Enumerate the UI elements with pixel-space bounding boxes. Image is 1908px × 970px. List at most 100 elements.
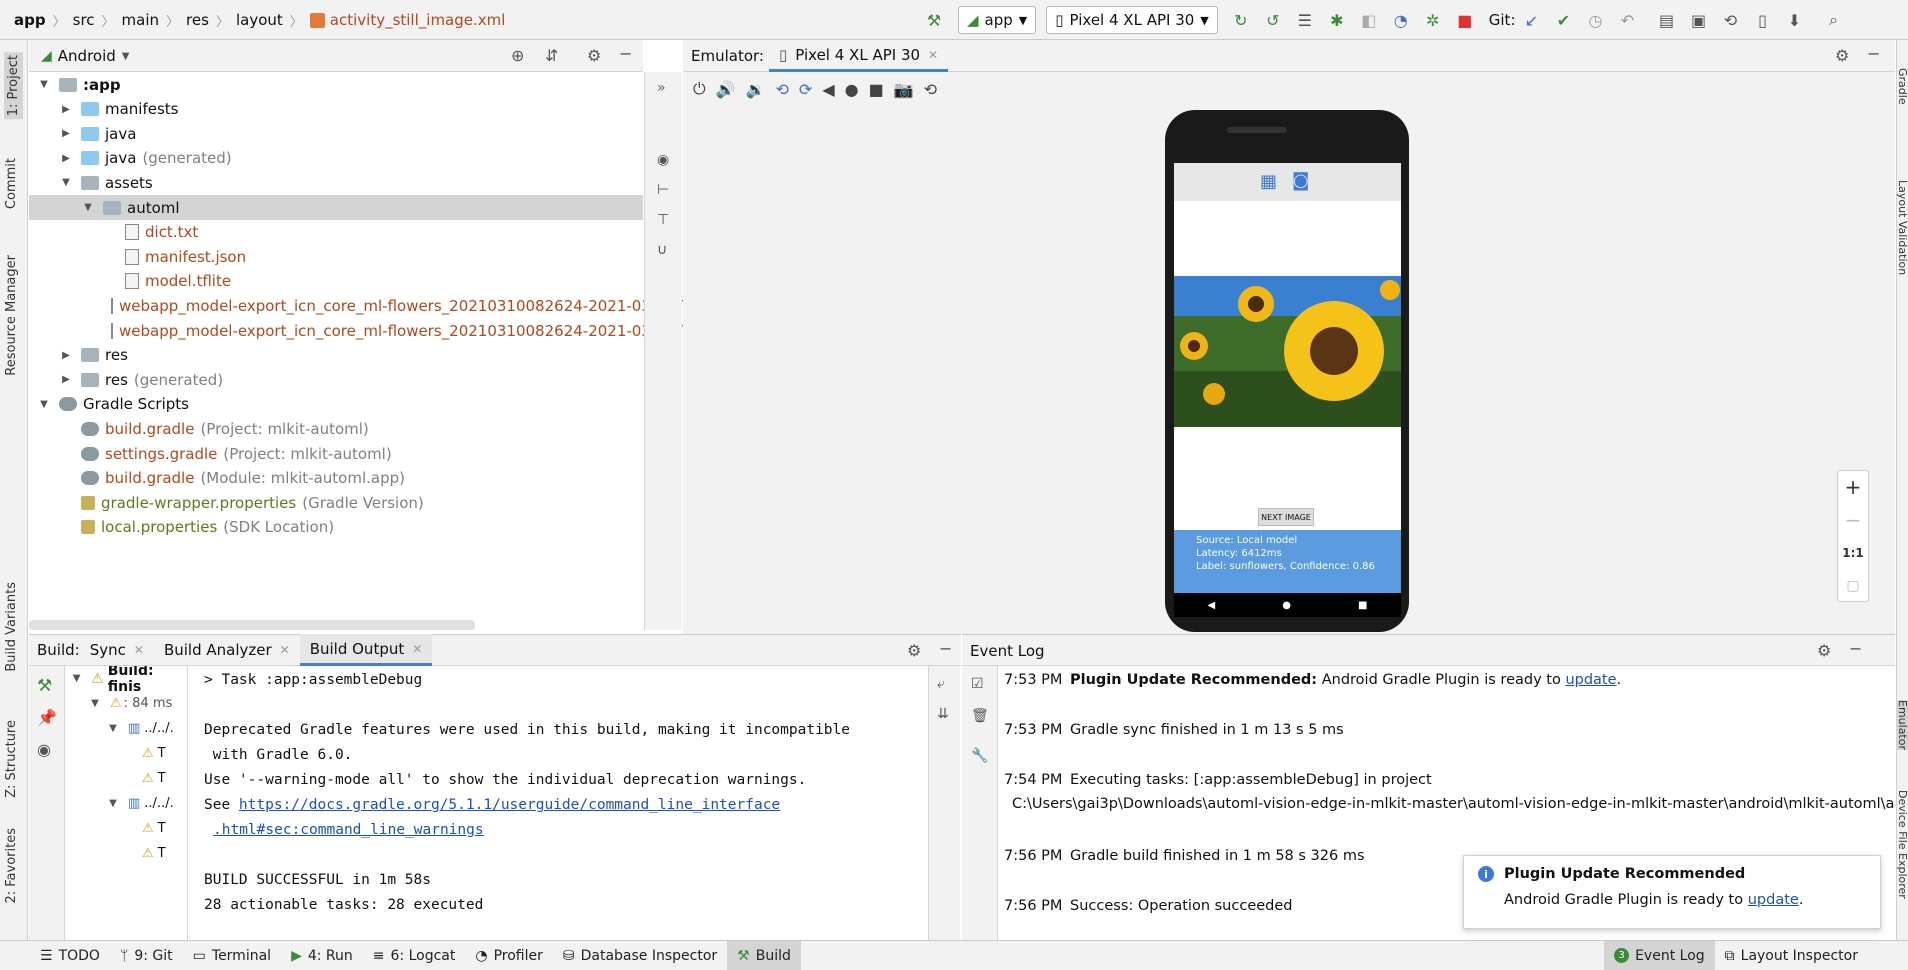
gear-icon[interactable]: ⚙ [907, 641, 921, 660]
eye-icon[interactable]: ◉ [657, 152, 669, 168]
horizontal-scrollbar[interactable] [29, 620, 475, 630]
tab-emulator-device[interactable]: ▯ Pixel 4 XL API 30 ✕ [769, 40, 949, 72]
git-rollback-icon[interactable]: ↶ [1615, 7, 1641, 33]
tree-node[interactable]: ▼ Gradle Scripts [29, 392, 643, 417]
tree-node[interactable]: manifest.json [29, 244, 643, 269]
build-tree-item[interactable]: ⚠ T [66, 841, 187, 866]
tree-node[interactable]: dict.txt [29, 220, 643, 245]
tool-build[interactable]: ⚒ Build [727, 940, 801, 970]
update-link[interactable]: update [1565, 672, 1616, 688]
apply-changes-icon[interactable]: ↺ [1260, 7, 1286, 33]
device-manager-icon[interactable]: ▯ [1750, 7, 1776, 33]
tab-build-variants[interactable]: Build Variants [4, 582, 19, 672]
tool-run[interactable]: ▶ 4: Run [281, 941, 363, 970]
build-tree-item[interactable]: ⚠ T [66, 816, 187, 841]
notification-popup[interactable]: i Plugin Update Recommended Android Grad… [1463, 855, 1881, 929]
close-icon[interactable]: ✕ [412, 642, 422, 656]
hammer-build-icon[interactable]: ⚒ [921, 7, 947, 33]
align-icon[interactable]: ⊢ [657, 182, 669, 198]
tab-project[interactable]: 1: Project [4, 52, 23, 120]
hide-panel-icon[interactable]: − [619, 44, 632, 63]
back-icon[interactable]: ◀ [822, 80, 834, 99]
gear-icon[interactable]: ⚙ [1817, 641, 1831, 660]
tab-favorites[interactable]: 2: Favorites [4, 828, 19, 904]
tree-node[interactable]: build.gradle (Project: mlkit-automl) [29, 416, 643, 441]
distribute-icon[interactable]: ⊤ [657, 212, 669, 228]
list-icon[interactable]: ☰ [1292, 7, 1318, 33]
screenshot-icon[interactable]: 📷 [894, 80, 914, 99]
popup-update-link[interactable]: update [1748, 892, 1799, 908]
tool-logcat[interactable]: ≡ 6: Logcat [363, 941, 466, 970]
gear-icon[interactable]: ⚙ [1835, 46, 1849, 65]
breadcrumb-app[interactable]: app [14, 0, 46, 40]
home-icon[interactable]: ● [845, 80, 859, 99]
tree-node[interactable]: gradle-wrapper.properties (Gradle Version… [29, 490, 643, 515]
tool-layout-inspector[interactable]: ⧉ Layout Inspector [1715, 941, 1868, 970]
rotate-right-icon[interactable]: ⟳ [799, 80, 812, 99]
attach-debugger-icon[interactable]: ◧ [1356, 7, 1382, 33]
mark-read-icon[interactable]: ☑ [971, 676, 984, 692]
tree-node[interactable]: build.gradle (Module: mlkit-automl.app) [29, 466, 643, 491]
breadcrumb-src[interactable]: src [73, 0, 95, 40]
tab-emulator[interactable]: Emulator [1896, 700, 1908, 750]
tree-node[interactable]: ▶ res (generated) [29, 367, 643, 392]
tab-device-file-explorer[interactable]: Device File Explorer [1896, 790, 1908, 899]
close-icon[interactable]: ✕ [134, 643, 144, 657]
tab-resource-manager[interactable]: Resource Manager [4, 255, 19, 376]
tree-node[interactable]: model.tflite [29, 269, 643, 294]
build-tree-root[interactable]: ▼ ⚠ Build: finis [66, 666, 187, 695]
profile-icon[interactable]: ◔ [1388, 7, 1414, 33]
volume-down-icon[interactable]: 🔉 [746, 80, 766, 99]
build-tree-item[interactable]: ▼ ⚠: 84 ms [66, 691, 187, 716]
nav-recents-icon[interactable]: ■ [1358, 600, 1367, 611]
tool-terminal[interactable]: ▭ Terminal [183, 941, 281, 970]
zoom-in-icon[interactable]: + [1838, 471, 1868, 504]
tree-node[interactable]: ▶ java [29, 121, 643, 146]
tab-gradle[interactable]: Gradle [1896, 68, 1908, 105]
git-commit-icon[interactable]: ✔ [1551, 7, 1577, 33]
tab-commit[interactable]: Commit [4, 158, 19, 209]
sync-gradle-icon[interactable]: ⟲ [1718, 7, 1744, 33]
tool-git[interactable]: ᛘ 9: Git [110, 941, 183, 970]
overview-icon[interactable]: ■ [869, 80, 884, 99]
tab-sync[interactable]: Sync ✕ [80, 634, 154, 666]
pin-icon[interactable]: 📌 [37, 708, 57, 727]
attach-bug-icon[interactable]: ✲ [1420, 7, 1446, 33]
device-select[interactable]: ▯ Pixel 4 XL API 30 ▼ [1046, 6, 1218, 34]
tool-database-inspector[interactable]: ⛁ Database Inspector [553, 941, 727, 970]
rerun-icon[interactable]: ↻ [1228, 7, 1254, 33]
tool-todo[interactable]: ☰ TODO [30, 941, 110, 970]
git-history-icon[interactable]: ◷ [1583, 7, 1609, 33]
rotate-left-icon[interactable]: ⟲ [776, 80, 789, 99]
hide-panel-icon[interactable]: − [1849, 639, 1862, 658]
tree-node[interactable]: ▶ manifests [29, 97, 643, 122]
build-tree-item[interactable]: ▼ ▥ ../../. [66, 791, 187, 816]
trash-icon[interactable]: 🗑 [971, 708, 989, 724]
build-output-console[interactable]: > Task :app:assembleDebug Deprecated Grad… [188, 666, 928, 940]
tree-node[interactable]: ▼ automl [29, 195, 643, 220]
tree-node[interactable]: webapp_model-export_icn_core_ml-flowers_… [29, 318, 685, 343]
breadcrumb-main[interactable]: main [122, 0, 159, 40]
nav-back-icon[interactable]: ◀ [1208, 600, 1216, 611]
power-icon[interactable]: ⏻ [693, 79, 706, 99]
tab-structure[interactable]: Z: Structure [4, 720, 19, 798]
tree-node[interactable]: ▼ assets [29, 170, 643, 195]
run-config-select[interactable]: ◢ app ▼ [958, 6, 1037, 34]
tab-layout-validation[interactable]: Layout Validation [1896, 180, 1908, 275]
locate-icon[interactable]: ⊕ [511, 46, 524, 65]
avd-manager-icon[interactable]: ▣ [1686, 7, 1712, 33]
docs-link[interactable]: https://docs.gradle.org/5.1.1/userguide/… [239, 797, 780, 813]
project-structure-icon[interactable]: ▤ [1654, 7, 1680, 33]
snapshot-icon[interactable]: ⟲ [924, 80, 937, 99]
docs-link-cont[interactable]: .html#sec:command_line_warnings [213, 822, 484, 838]
close-icon[interactable]: ✕ [280, 643, 290, 657]
hammer-build-icon[interactable]: ⚒ [37, 676, 52, 696]
collapse-all-icon[interactable]: ⇵ [545, 46, 558, 65]
sdk-manager-icon[interactable]: ⬇ [1782, 7, 1808, 33]
build-tree-item[interactable]: ▼ ▥ ../../. [66, 716, 187, 741]
tab-build-analyzer[interactable]: Build Analyzer ✕ [154, 634, 300, 666]
tree-node[interactable]: local.properties (SDK Location) [29, 515, 643, 540]
project-view-select[interactable]: ◢ Android ▼ [41, 47, 129, 65]
eye-icon[interactable]: ◉ [37, 740, 51, 759]
tree-node[interactable]: webapp_model-export_icn_core_ml-flowers_… [29, 293, 685, 318]
